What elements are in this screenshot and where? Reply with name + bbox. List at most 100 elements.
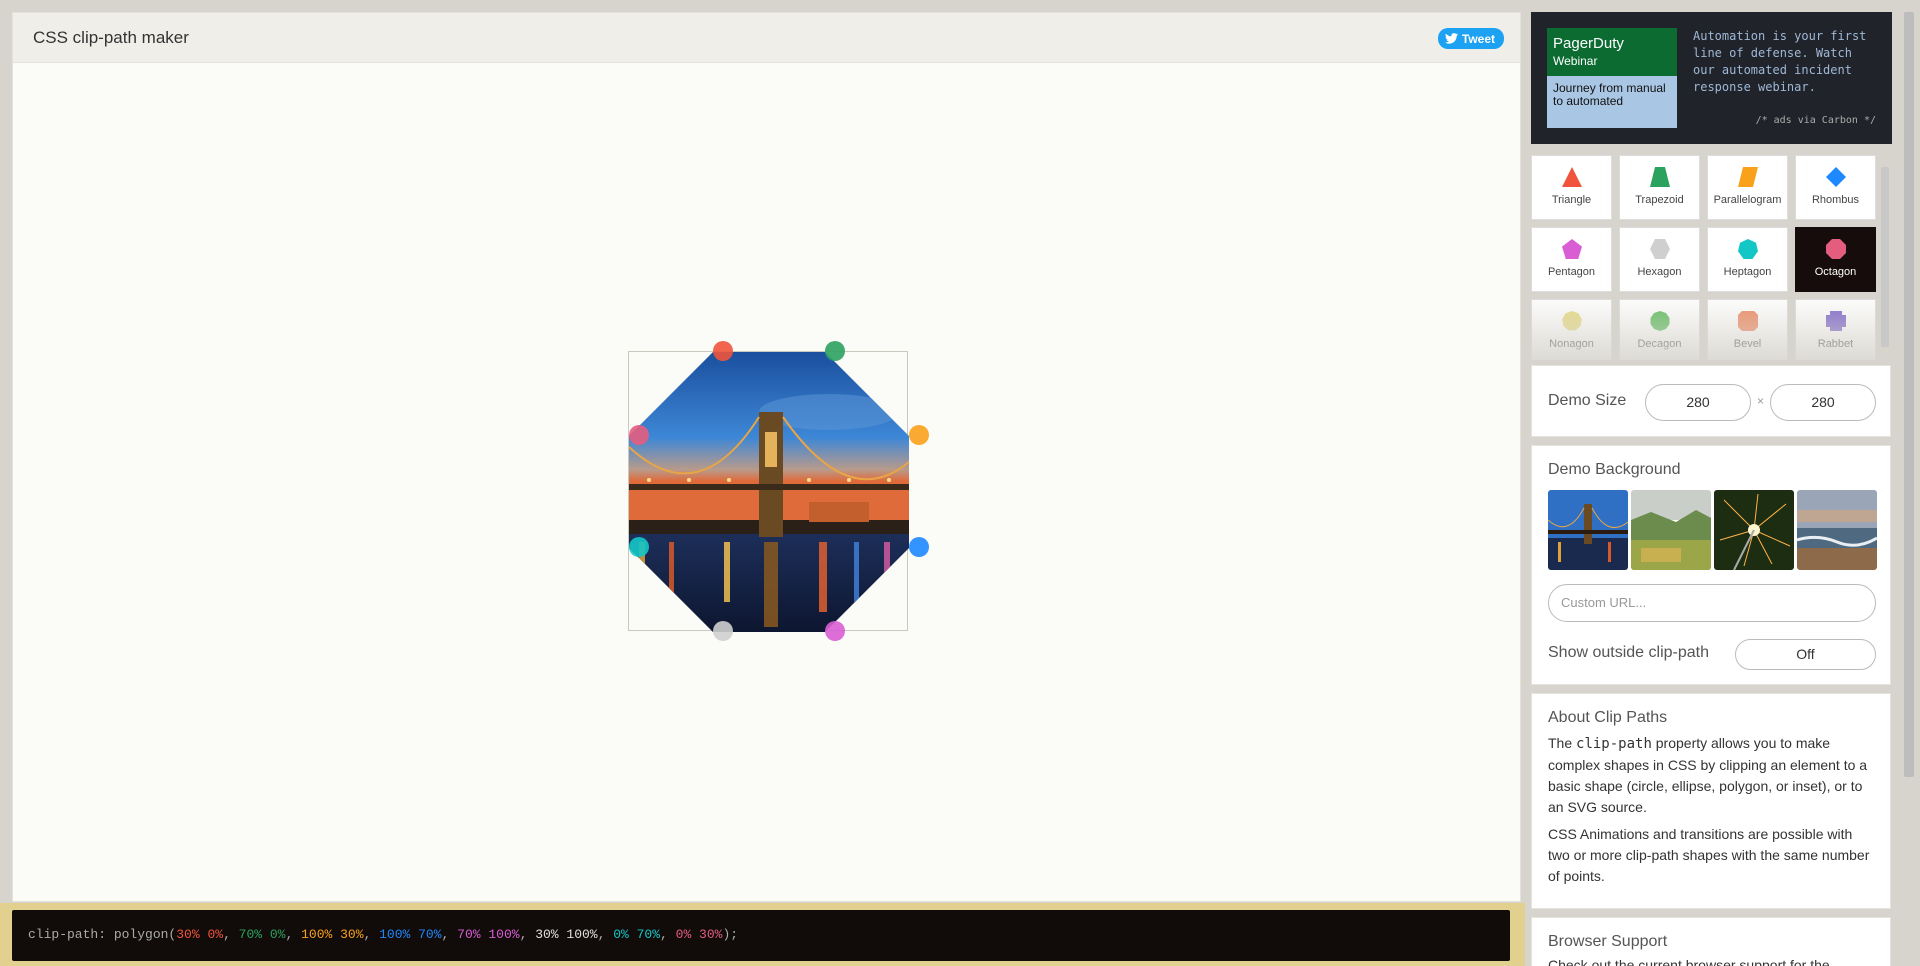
code-point: 0% 30% (675, 927, 723, 942)
clipped-demo-image (629, 352, 909, 632)
ad-subtitle: Webinar (1553, 54, 1598, 68)
ad-image[interactable]: PagerDuty Webinar Journey from manual to… (1547, 28, 1677, 128)
shape-option-octagon[interactable]: Octagon (1795, 227, 1876, 292)
code-point: 30% 0% (176, 927, 224, 942)
shape-label: Heptagon (1723, 266, 1772, 278)
nonagon-icon (1561, 311, 1582, 331)
twitter-bird-icon (1444, 33, 1458, 44)
clip-path-code: clip-path: polygon(30% 0%, 70% 0%, 100% … (28, 927, 738, 942)
demo-bounding-box (628, 351, 909, 632)
page-scrollbar[interactable] (1904, 12, 1914, 777)
about-panel: About Clip Paths The clip-path property … (1531, 693, 1891, 909)
demo-size-panel: Demo Size 280 × 280 (1531, 365, 1891, 437)
shape-option-trapezoid[interactable]: Trapezoid (1619, 155, 1700, 220)
hexagon-icon (1649, 239, 1670, 259)
shape-picker: Triangle Trapezoid Parallelogram Rhombus Pen… (1531, 153, 1891, 360)
shape-label: Octagon (1814, 266, 1857, 278)
code-point: 70% 0% (238, 927, 286, 942)
custom-url-input[interactable]: Custom URL... (1548, 584, 1876, 622)
background-thumb-valley[interactable] (1631, 490, 1711, 570)
octagon-icon (1825, 239, 1846, 259)
demo-stage (13, 64, 1520, 902)
about-text: The (1548, 735, 1577, 751)
handle-1[interactable] (713, 341, 733, 361)
shape-label: Pentagon (1547, 266, 1596, 278)
rhombus-icon (1825, 167, 1846, 187)
top-bar: CSS clip-path maker Tweet (13, 13, 1520, 63)
code-function: polygon( (113, 927, 177, 942)
handle-7[interactable] (629, 537, 649, 557)
about-title: About Clip Paths (1548, 709, 1668, 726)
code-close: ); (722, 927, 739, 942)
about-paragraph-2: CSS Animations and transitions are possi… (1548, 826, 1870, 884)
handle-6[interactable] (713, 621, 733, 641)
code-comma: , (597, 927, 614, 942)
show-outside-toggle[interactable]: Off (1735, 639, 1876, 670)
code-point: 100% 30% (301, 927, 364, 942)
tweet-label: Tweet (1461, 31, 1495, 46)
pentagon-icon (1561, 239, 1582, 259)
code-comma: , (441, 927, 458, 942)
shape-label: Hexagon (1637, 266, 1682, 278)
shape-option-parallelogram[interactable]: Parallelogram (1707, 155, 1788, 220)
width-input[interactable]: 280 (1645, 384, 1751, 421)
background-thumb-beach[interactable] (1797, 490, 1877, 570)
ad-via-link[interactable]: /* ads via Carbon */ (1756, 115, 1876, 126)
show-outside-label: Show outside clip-path (1548, 644, 1709, 661)
shape-option-triangle[interactable]: Triangle (1531, 155, 1612, 220)
shape-option-heptagon[interactable]: Heptagon (1707, 227, 1788, 292)
shape-grid: Triangle Trapezoid Parallelogram Rhombus Pen… (1531, 153, 1891, 360)
shape-label: Nonagon (1549, 338, 1594, 350)
ad-text[interactable]: Automation is your first line of defense… (1693, 28, 1878, 96)
demo-background-title: Demo Background (1548, 461, 1681, 478)
handle-8[interactable] (629, 425, 649, 445)
code-output[interactable]: clip-path: polygon(30% 0%, 70% 0%, 100% … (12, 910, 1510, 961)
shape-scroll-thumb[interactable] (1881, 167, 1889, 347)
handle-3[interactable] (909, 425, 929, 445)
ad-brand: PagerDuty (1553, 35, 1624, 52)
demo-size-label: Demo Size (1548, 392, 1627, 409)
code-point: 30% 100% (535, 927, 598, 942)
shape-label: Trapezoid (1635, 194, 1684, 206)
background-thumb-bridge[interactable] (1548, 490, 1628, 570)
trapezoid-icon (1649, 167, 1670, 187)
height-input[interactable]: 280 (1770, 384, 1876, 421)
size-separator: × (1757, 394, 1765, 408)
shape-option-pentagon[interactable]: Pentagon (1531, 227, 1612, 292)
shape-label: Triangle (1551, 194, 1592, 206)
about-paragraph-1: The clip-path property allows you to mak… (1548, 733, 1874, 818)
demo-background-panel: Demo Background Custom URL... Show outsi… (1531, 445, 1891, 685)
browser-support-text: Check out the current browser support fo… (1548, 957, 1830, 966)
carbon-ad[interactable]: PagerDuty Webinar Journey from manual to… (1531, 12, 1892, 144)
editor-panel: CSS clip-path maker Tweet (12, 12, 1521, 902)
parallelogram-icon (1737, 167, 1758, 187)
handle-5[interactable] (825, 621, 845, 641)
code-comma: , (519, 927, 536, 942)
code-comma: , (285, 927, 302, 942)
shape-scrollbar[interactable] (1879, 153, 1891, 360)
shape-option-rabbet[interactable]: Rabbet (1795, 299, 1876, 360)
background-thumb-sparkler[interactable] (1714, 490, 1794, 570)
code-property: clip-path: (28, 927, 107, 942)
clip-path-code-term: clip-path (1576, 736, 1652, 752)
shape-option-hexagon[interactable]: Hexagon (1619, 227, 1700, 292)
ad-card-text: Journey from manual to automated (1547, 76, 1677, 128)
decagon-icon (1650, 311, 1669, 331)
browser-support-panel: Browser Support Check out the current br… (1531, 917, 1891, 966)
handle-2[interactable] (825, 341, 845, 361)
shape-option-bevel[interactable]: Bevel (1707, 299, 1788, 360)
shape-option-rhombus[interactable]: Rhombus (1795, 155, 1876, 220)
tweet-button[interactable]: Tweet (1437, 28, 1504, 49)
code-comma: , (660, 927, 676, 942)
shape-label: Bevel (1733, 338, 1762, 350)
shape-label: Decagon (1637, 338, 1682, 350)
shape-option-decagon[interactable]: Decagon (1619, 299, 1700, 360)
shape-label: Rhombus (1811, 194, 1860, 206)
shape-option-nonagon[interactable]: Nonagon (1531, 299, 1612, 360)
code-point: 0% 70% (613, 927, 661, 942)
code-comma: , (223, 927, 239, 942)
triangle-icon (1561, 167, 1582, 187)
handle-4[interactable] (909, 537, 929, 557)
bevel-icon (1737, 311, 1758, 331)
shape-label: Rabbet (1817, 338, 1854, 350)
